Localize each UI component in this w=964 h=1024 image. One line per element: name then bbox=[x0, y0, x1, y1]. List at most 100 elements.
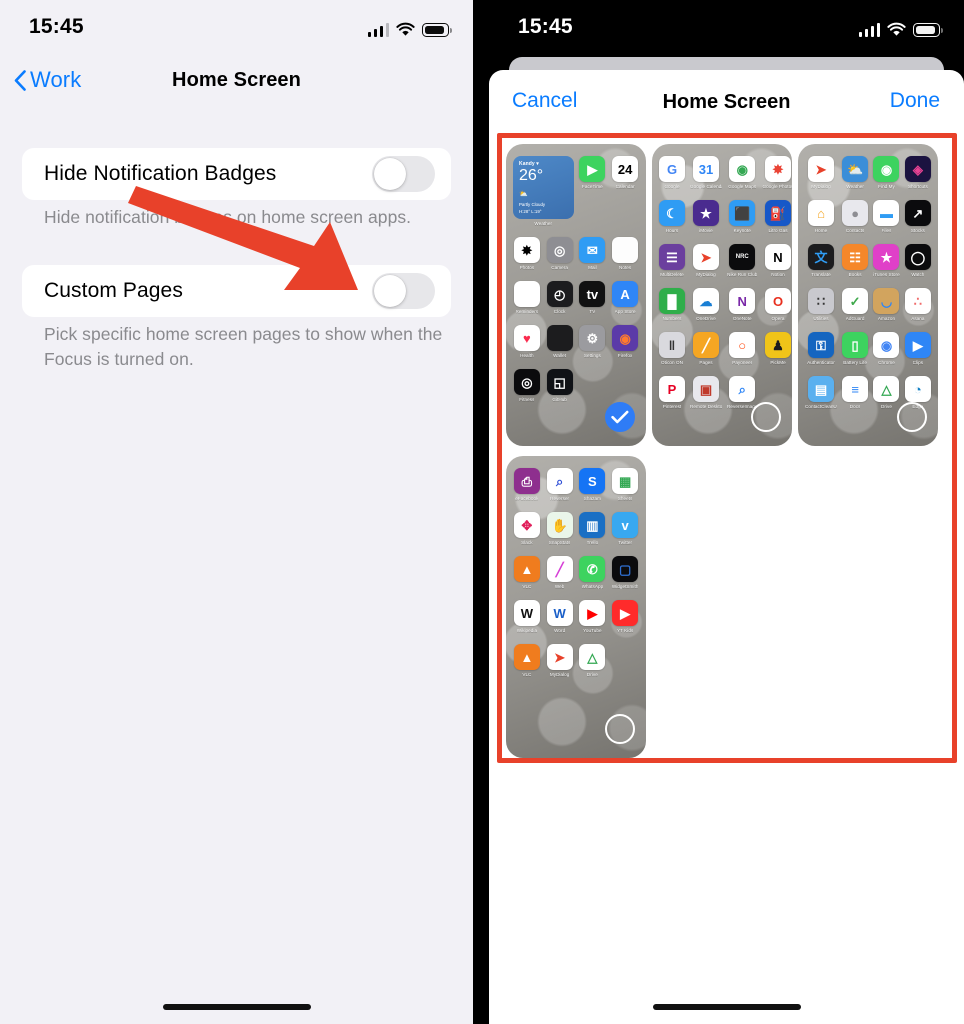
done-button[interactable]: Done bbox=[890, 89, 940, 113]
app-label: YouTube bbox=[583, 628, 602, 633]
home-icon: ⌂ bbox=[808, 200, 834, 226]
home-screen-page-thumbnail[interactable]: ➤ MyDialog ⛅ Weather ◉ Find My ◈ Shortcuts ⌂ Home… bbox=[798, 144, 938, 446]
app-icon-cell: ⚿ Authenticator bbox=[805, 332, 837, 365]
app-icon-cell: ✆ WhatsApp bbox=[579, 556, 607, 589]
slack-icon: ✥ bbox=[513, 512, 540, 538]
app-icon-cell: ↗ Stocks bbox=[904, 200, 931, 233]
clock-icon: ◴ bbox=[546, 281, 573, 307]
utilities-folder-icon: ∷ bbox=[808, 288, 834, 314]
oticon-on-icon: ‖ bbox=[659, 332, 685, 358]
app-icon-cell: ◈ Shortcuts bbox=[904, 156, 931, 189]
app-icon-cell: ≡ Docs bbox=[842, 376, 869, 409]
page-selected-checkmark[interactable] bbox=[605, 402, 635, 432]
notes-icon bbox=[612, 237, 639, 263]
app-icon-cell: N OneNote bbox=[727, 288, 757, 321]
mydialog-icon: ➤ bbox=[808, 156, 834, 182]
app-label: Word bbox=[554, 628, 566, 633]
app-icon-cell: ⬛ Keynote bbox=[727, 200, 757, 233]
status-bar-left: 15:45 bbox=[0, 0, 473, 56]
app-label: ContactCleanUp bbox=[805, 404, 837, 409]
pages-icon: ╱ bbox=[693, 332, 719, 358]
app-label: Oticon ON bbox=[661, 360, 683, 365]
shortcuts-icon: ◈ bbox=[904, 156, 931, 182]
health-icon: ♥ bbox=[513, 325, 540, 351]
status-time: 15:45 bbox=[518, 15, 573, 38]
toggle-knob bbox=[374, 275, 406, 307]
app-icon-cell: ◴ Clock bbox=[546, 281, 574, 314]
battery-icon bbox=[913, 23, 943, 37]
app-icon-cell: ➤ MyDialog bbox=[690, 244, 722, 277]
page-title: Home Screen bbox=[172, 69, 301, 91]
app-icon-cell: ⛅ Weather bbox=[842, 156, 869, 189]
page-unselected-circle[interactable] bbox=[897, 402, 927, 432]
app-label: Asana bbox=[911, 316, 925, 321]
app-icon-cell: ◎ Fitness bbox=[513, 369, 541, 402]
hide-notification-badges-row[interactable]: Hide Notification Badges bbox=[22, 148, 451, 200]
app-label: VLC bbox=[522, 672, 532, 677]
app-label: Nike Run Club bbox=[727, 272, 758, 277]
wikipedia-icon: W bbox=[513, 600, 540, 626]
sheets-icon: ▦ bbox=[612, 468, 639, 494]
app-icon-cell: ● Contacts bbox=[842, 200, 869, 233]
page-unselected-circle[interactable] bbox=[751, 402, 781, 432]
files-icon: ▬ bbox=[873, 200, 900, 226]
google-maps-icon: ◉ bbox=[729, 156, 756, 182]
wifi-icon bbox=[396, 22, 415, 37]
page-unselected-circle[interactable] bbox=[605, 714, 635, 744]
app-label: Wallet bbox=[553, 353, 567, 358]
page-app-grid: Kandy ▾ 26° ⛅ Partly Cloudy H:28° L:19° Weath… bbox=[513, 156, 639, 402]
google-calendar-icon: 31 bbox=[693, 156, 719, 182]
app-icon-cell: ◉ Find My bbox=[873, 156, 900, 189]
app-icon-cell: ▶ YT Kids bbox=[611, 600, 639, 633]
edge-icon: ◔ bbox=[904, 376, 931, 402]
drive-icon: △ bbox=[579, 644, 606, 670]
remote-desktop-icon: ▣ bbox=[693, 376, 719, 402]
hide-notification-badges-toggle[interactable] bbox=[372, 156, 435, 192]
amazon-icon: ◡ bbox=[873, 288, 900, 314]
home-screen-pages-grid: Kandy ▾ 26° ⛅ Partly Cloudy H:28° L:19° Weath… bbox=[506, 144, 956, 758]
app-label: Google bbox=[664, 184, 680, 189]
weather-condition-icon: ⛅ bbox=[519, 191, 528, 198]
authenticator-icon: ⚿ bbox=[808, 332, 834, 358]
home-screen-page-thumbnail[interactable]: ⎙ eFacebook ⌕ Reverser S Shazam ▦ Sheets ✥ Slack ✋… bbox=[506, 456, 646, 758]
app-icon-cell: ▯ Battery Life bbox=[842, 332, 869, 365]
home-screen-page-thumbnail[interactable]: Kandy ▾ 26° ⛅ Partly Cloudy H:28° L:19° Weath… bbox=[506, 144, 646, 446]
app-label: YT Kids bbox=[616, 628, 634, 633]
app-label: Amazon bbox=[877, 316, 896, 321]
page-app-grid: ➤ MyDialog ⛅ Weather ◉ Find My ◈ Shortcuts ⌂ Home… bbox=[805, 156, 931, 409]
appletv-icon: tv bbox=[579, 281, 606, 307]
google-photos-icon: ✸ bbox=[765, 156, 791, 182]
app-label: Utilities bbox=[813, 316, 829, 321]
app-icon-cell: ◯ Watch bbox=[904, 244, 931, 277]
mydialog-icon: ➤ bbox=[546, 644, 573, 670]
app-icon-cell: O Opera bbox=[762, 288, 792, 321]
reverser-icon: ⌕ bbox=[546, 468, 573, 494]
pickme-icon: ♟ bbox=[765, 332, 791, 358]
app-label: Google Photos bbox=[762, 184, 792, 189]
status-icons bbox=[858, 17, 943, 37]
app-icon-cell: ▢ WidgetSmith bbox=[611, 556, 639, 589]
app-label: Watch bbox=[911, 272, 925, 277]
app-icon-cell: ◡ Amazon bbox=[873, 288, 900, 321]
app-icon-cell: ▦ Sheets bbox=[611, 468, 639, 501]
app-label: Weather bbox=[846, 184, 864, 189]
app-label: Shortcuts bbox=[907, 184, 928, 189]
weather-widget-box: Kandy ▾ 26° ⛅ Partly Cloudy H:28° L:19° bbox=[513, 156, 574, 219]
app-label: Mail bbox=[588, 265, 597, 270]
home-screen-page-thumbnail[interactable]: G Google 31 Google Calendar ◉ Google Maps ✸ Goo… bbox=[652, 144, 792, 446]
app-label: Reverser bbox=[550, 496, 570, 501]
toggle-knob bbox=[374, 158, 406, 190]
custom-pages-row[interactable]: Custom Pages bbox=[22, 265, 451, 317]
app-icon-cell: ★ iTunes Store bbox=[873, 244, 900, 277]
app-label: Notion bbox=[771, 272, 785, 277]
itunes-store-icon: ★ bbox=[873, 244, 900, 270]
custom-pages-toggle[interactable] bbox=[372, 273, 435, 309]
home-screen-sheet: Cancel Home Screen Done Kandy ▾ 26° ⛅ Partl… bbox=[489, 70, 964, 1024]
docs-icon: ≡ bbox=[842, 376, 869, 402]
app-label: MyDialog bbox=[811, 184, 831, 189]
cellular-bars-icon bbox=[858, 22, 880, 37]
app-icon-cell: A App Store bbox=[611, 281, 639, 314]
weather-temperature: 26° bbox=[519, 167, 544, 184]
trello-icon: ▥ bbox=[579, 512, 606, 538]
app-label: Remote Desktop bbox=[690, 404, 722, 409]
